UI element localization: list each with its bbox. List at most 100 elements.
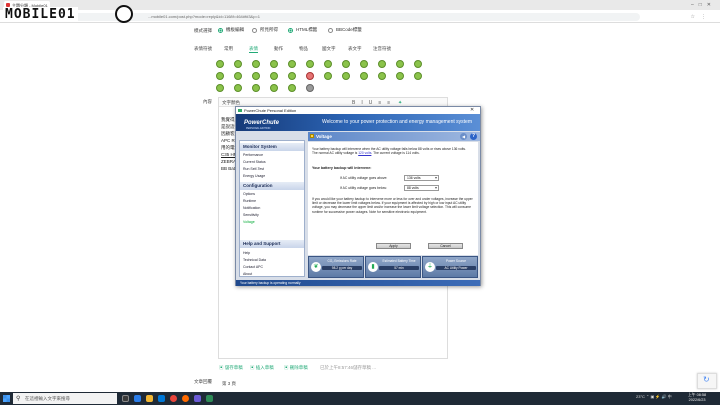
taskbar-clock[interactable]: 上午 08:58 2022/6/23: [688, 393, 706, 403]
smiley-icon[interactable]: [252, 60, 260, 68]
sidebar-heading-configuration: Configuration: [240, 182, 304, 190]
help-icon[interactable]: ?: [470, 133, 477, 140]
smiley-icon[interactable]: [270, 72, 278, 80]
delete-draft-button[interactable]: ▣ 刪除草稿: [284, 365, 308, 371]
smiley-icon[interactable]: [396, 60, 404, 68]
smiley-icon[interactable]: [324, 72, 332, 80]
mode-radio-3[interactable]: BBCode標籤: [328, 27, 362, 33]
sidebar-item-notification[interactable]: Notification: [243, 206, 260, 210]
close-icon[interactable]: ✕: [470, 107, 474, 114]
emoji-tab-0[interactable]: 常用: [224, 46, 233, 52]
mail-icon[interactable]: [158, 395, 165, 402]
angry-smiley-icon[interactable]: [306, 72, 314, 80]
window-controls[interactable]: –□✕: [691, 2, 716, 8]
smiley-icon[interactable]: [414, 72, 422, 80]
windows-start-icon[interactable]: [3, 395, 10, 402]
pc-welcome-text: Welcome to your power protection and ene…: [322, 119, 472, 125]
chrome-icon[interactable]: [170, 395, 177, 402]
app-icon[interactable]: [194, 395, 201, 402]
radio-dot-icon: [218, 27, 223, 33]
sidebar-item-voltage[interactable]: Voltage: [243, 220, 255, 224]
browser-tab-bar: [0, 0, 720, 10]
apply-button[interactable]: Apply: [376, 243, 411, 249]
lower-limit-select[interactable]: 88 volts: [404, 185, 439, 191]
sidebar-item-technical-data[interactable]: Technical Data: [243, 258, 266, 262]
emoji-tab-6[interactable]: 注音符號: [373, 46, 391, 52]
lightning-icon: [310, 134, 314, 138]
smiley-icon[interactable]: [378, 60, 386, 68]
battery-icon: ▮: [368, 262, 378, 272]
voltage-advice: If you would like your battery backup to…: [312, 197, 473, 214]
smiley-icon[interactable]: [288, 60, 296, 68]
smiley-icon[interactable]: [252, 84, 260, 92]
smiley-icon[interactable]: [270, 84, 278, 92]
emoji-tab-3[interactable]: 物品: [299, 46, 308, 52]
smiley-icon[interactable]: [252, 72, 260, 80]
upper-limit-select[interactable]: 136 volts: [404, 175, 439, 181]
powerchute-taskbar-icon[interactable]: [206, 395, 213, 402]
smiley-icon[interactable]: [216, 60, 224, 68]
sidebar-item-help[interactable]: Help: [243, 251, 250, 255]
mode-text: HTML標籤: [296, 27, 318, 32]
smiley-icon[interactable]: [342, 72, 350, 80]
browser-toolbar-icons[interactable]: ☆⋮: [691, 14, 712, 20]
mode-radio-1[interactable]: 所見所得: [252, 27, 278, 33]
edge-icon[interactable]: [134, 395, 141, 402]
emoji-grid: [216, 60, 436, 92]
emoji-tab-5[interactable]: 表文字: [348, 46, 362, 52]
smiley-icon[interactable]: [306, 60, 314, 68]
file-explorer-icon[interactable]: [146, 395, 153, 402]
sidebar-item-energy-usage[interactable]: Energy Usage: [243, 174, 265, 178]
ghost-smiley-icon[interactable]: [306, 84, 314, 92]
sidebar-item-current-status[interactable]: Current Status: [243, 160, 266, 164]
draft-status: 已於上午8:57:46儲存草稿 ...: [320, 365, 377, 370]
smiley-icon[interactable]: [342, 60, 350, 68]
sidebar-heading-help: Help and Support: [240, 240, 304, 248]
summary-text: 第 3 頁: [222, 381, 237, 386]
mode-radio-2[interactable]: HTML標籤: [288, 27, 317, 33]
smiley-icon[interactable]: [234, 60, 242, 68]
pc-section-header: [308, 132, 480, 141]
sidebar-item-contact-apc[interactable]: Contact APC: [243, 265, 263, 269]
smiley-icon[interactable]: [288, 72, 296, 80]
sidebar-item-about[interactable]: About: [243, 272, 252, 276]
sidebar-item-performance[interactable]: Performance: [243, 153, 263, 157]
intro-text: The normal AC utility voltage is: [312, 151, 359, 155]
smiley-icon[interactable]: [288, 84, 296, 92]
battery-time-value: 57 min: [379, 266, 419, 270]
smiley-icon[interactable]: [414, 60, 422, 68]
insert-draft-button[interactable]: ▣ 插入草稿: [250, 365, 274, 371]
smiley-icon[interactable]: [360, 72, 368, 80]
emoji-tab-2[interactable]: 動作: [274, 46, 283, 52]
cancel-button[interactable]: Cancel: [428, 243, 463, 249]
system-tray[interactable]: 23°C ⌃ ▣ ⚡ 🔊 中: [636, 394, 672, 400]
normal-voltage-value: 120 volts: [358, 151, 372, 155]
back-arrow-icon[interactable]: ◀: [460, 133, 467, 140]
pc-logo: PowerChute: [244, 120, 280, 126]
smiley-icon[interactable]: [270, 60, 278, 68]
save-draft-button[interactable]: ▣ 儲存草稿: [219, 365, 243, 371]
smiley-icon[interactable]: [360, 60, 368, 68]
firefox-icon[interactable]: [182, 395, 189, 402]
sidebar-item-options[interactable]: Options: [243, 192, 255, 196]
sidebar-item-runtime[interactable]: Runtime: [243, 199, 256, 203]
smiley-icon[interactable]: [324, 60, 332, 68]
smiley-icon[interactable]: [216, 84, 224, 92]
smiley-icon[interactable]: [234, 84, 242, 92]
sidebar-item-self-test[interactable]: Run Self-Test: [243, 167, 264, 171]
task-view-icon[interactable]: [122, 395, 129, 402]
pc-app-icon: [238, 109, 242, 112]
emoji-tab-4[interactable]: 國文字: [322, 46, 336, 52]
sidebar-item-sensitivity[interactable]: Sensitivity: [243, 213, 259, 217]
emoji-tab-1[interactable]: 表情: [249, 46, 258, 53]
smiley-icon[interactable]: [396, 72, 404, 80]
clock-date: 2022/6/23: [688, 398, 706, 402]
mode-radio-0[interactable]: 機板編輯: [218, 27, 244, 33]
weather-text: 23°C: [636, 394, 645, 399]
smiley-icon[interactable]: [234, 72, 242, 80]
smiley-icon[interactable]: [216, 72, 224, 80]
smiley-icon[interactable]: [378, 72, 386, 80]
lower-limit-label: If AC utility voltage goes below:: [340, 186, 387, 190]
taskbar-search-input[interactable]: 在這裡輸入文字來搜尋: [13, 393, 117, 404]
mode-text: BBCode標籤: [336, 27, 362, 32]
